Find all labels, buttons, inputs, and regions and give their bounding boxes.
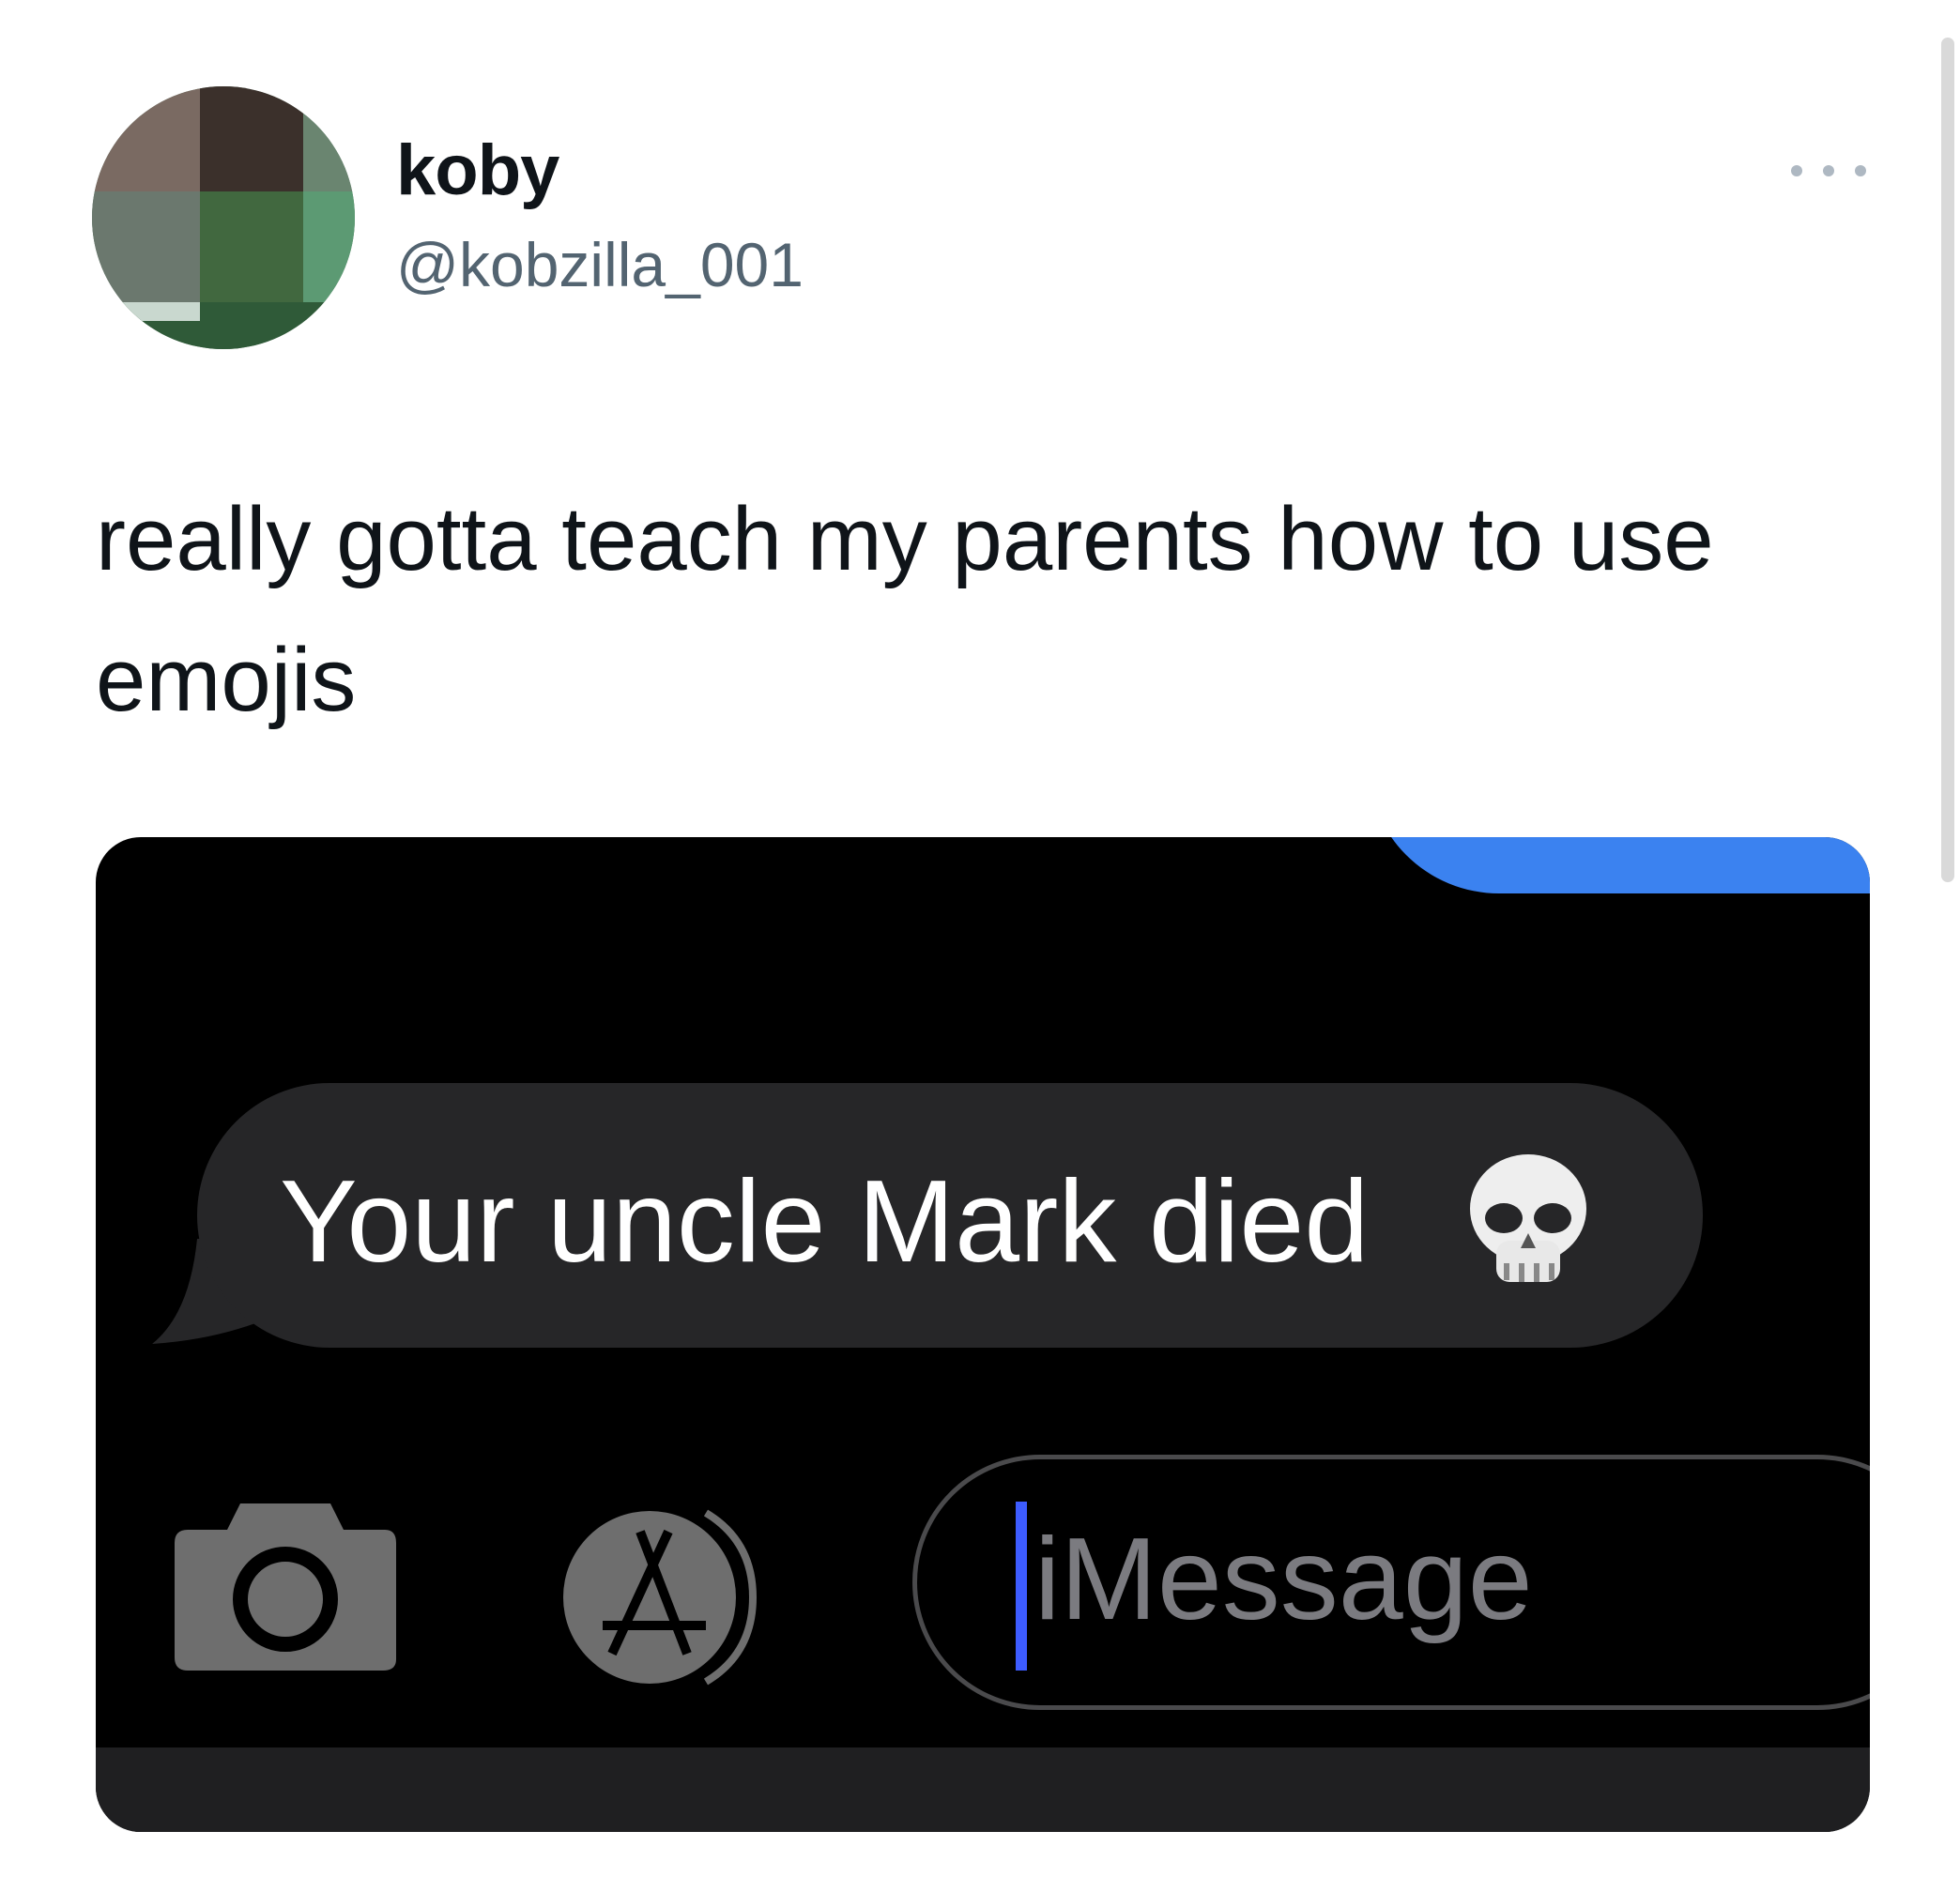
app-store-icon[interactable] (546, 1485, 809, 1710)
keyboard-area (96, 1747, 1870, 1832)
display-name[interactable]: koby (396, 131, 559, 210)
user-handle[interactable]: @kobzilla_001 (396, 229, 804, 300)
camera-icon[interactable] (173, 1494, 398, 1672)
more-dot (1855, 165, 1866, 176)
sent-message-bubble (1368, 837, 1870, 893)
imessage-placeholder: iMessage (1034, 1515, 1533, 1644)
avatar-pixel (92, 302, 200, 321)
more-options-icon[interactable] (1791, 154, 1866, 188)
avatar-pixel (303, 86, 355, 191)
avatar-pixel (92, 86, 200, 191)
camera-glyph (175, 1503, 396, 1671)
skull-emoji-icon (1470, 1154, 1586, 1282)
more-dot (1791, 165, 1802, 176)
text-caret (1016, 1502, 1027, 1671)
avatar-pixel (92, 191, 200, 302)
avatar-pixel (303, 191, 355, 302)
tweet-media-image[interactable]: Your uncle Mark died iMessage (96, 837, 1870, 1832)
received-message-text: Your uncle Mark died (280, 1157, 1370, 1287)
more-dot (1823, 165, 1834, 176)
avatar-pixel (200, 86, 303, 191)
avatar-pixel (200, 191, 303, 302)
app-store-glyph (563, 1509, 758, 1686)
tweet-text: really gotta teach my parents how to use… (96, 489, 1714, 730)
scrollbar[interactable] (1941, 38, 1954, 882)
avatar[interactable] (92, 86, 355, 349)
